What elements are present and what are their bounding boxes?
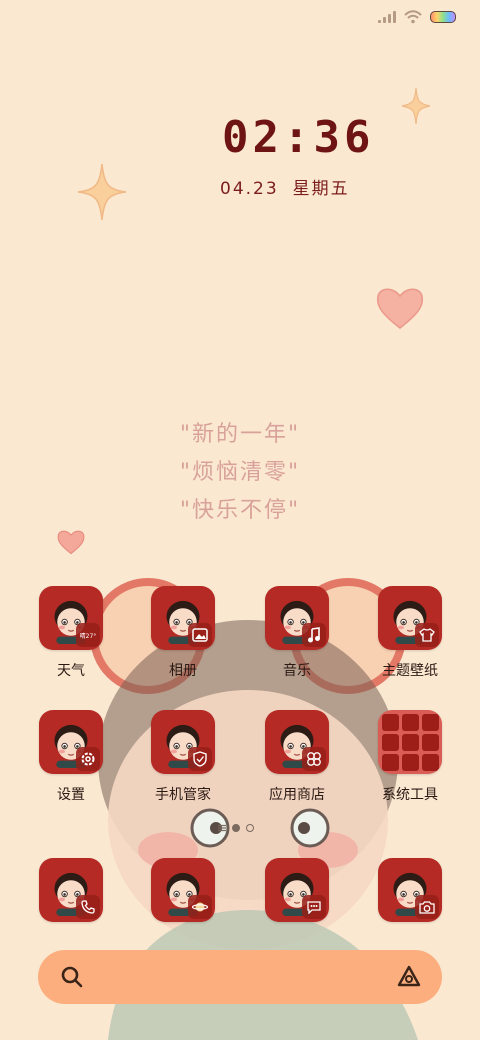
battery-icon — [430, 11, 456, 23]
app-themes[interactable]: 主题壁纸 — [355, 586, 465, 680]
weather-app-icon[interactable]: 晴27° — [39, 586, 103, 650]
sparkle-decoration — [77, 163, 127, 221]
app-label: 相册 — [169, 663, 197, 679]
heart-decoration — [57, 530, 85, 555]
music-app-icon[interactable] — [265, 586, 329, 650]
camera-icon — [415, 895, 439, 919]
page-indicator[interactable] — [218, 824, 254, 832]
shield-icon — [188, 747, 212, 771]
themes-app-icon[interactable] — [378, 586, 442, 650]
search-bar[interactable] — [38, 950, 442, 1004]
app-folder-system-tools[interactable]: 系统工具 — [355, 710, 465, 804]
quote-line: "新的一年" — [179, 422, 301, 447]
weather-badge-text: 晴27° — [79, 632, 97, 640]
app-label: 设置 — [57, 787, 85, 803]
chat-icon — [302, 895, 326, 919]
app-music[interactable]: 音乐 — [242, 586, 352, 680]
messages-app-icon[interactable] — [265, 858, 329, 922]
search-icon[interactable] — [60, 965, 84, 989]
app-label: 系统工具 — [382, 787, 438, 803]
wifi-icon — [404, 10, 422, 24]
dock-camera[interactable] — [355, 858, 465, 922]
gallery-icon — [188, 623, 212, 647]
folder-icon[interactable] — [378, 710, 442, 774]
dock-messages[interactable] — [242, 858, 352, 922]
security-app-icon[interactable] — [151, 710, 215, 774]
weather-icon: 晴27° — [76, 623, 100, 647]
store-app-icon[interactable] — [265, 710, 329, 774]
music-icon — [302, 623, 326, 647]
dock-phone[interactable] — [16, 858, 126, 922]
page-dot[interactable] — [232, 824, 240, 832]
app-security[interactable]: 手机管家 — [128, 710, 238, 804]
app-label: 天气 — [57, 663, 85, 679]
app-label: 应用商店 — [269, 787, 325, 803]
signal-icon — [378, 11, 396, 23]
status-bar — [0, 0, 480, 36]
menu-lines-icon — [218, 824, 226, 832]
dock-browser[interactable] — [128, 858, 238, 922]
quote-line: "快乐不停" — [179, 498, 301, 523]
clover-icon — [302, 747, 326, 771]
app-weather[interactable]: 晴27° 天气 — [16, 586, 126, 680]
tshirt-icon — [415, 623, 439, 647]
date-text: 04.23 — [220, 179, 279, 199]
app-label: 音乐 — [283, 663, 311, 679]
planet-icon — [188, 895, 212, 919]
gallery-app-icon[interactable] — [151, 586, 215, 650]
gear-icon — [76, 747, 100, 771]
browser-app-icon[interactable] — [151, 858, 215, 922]
page-dot[interactable] — [246, 824, 254, 832]
clock-date[interactable]: 04.23 星期五 — [220, 174, 350, 199]
phone-icon — [76, 895, 100, 919]
camera-app-icon[interactable] — [378, 858, 442, 922]
app-label: 手机管家 — [155, 787, 211, 803]
app-settings[interactable]: 设置 — [16, 710, 126, 804]
clock-time[interactable]: 02:36 — [222, 112, 374, 163]
app-label: 主题壁纸 — [382, 663, 438, 679]
heart-decoration — [376, 288, 424, 329]
app-gallery[interactable]: 相册 — [128, 586, 238, 680]
assistant-icon[interactable] — [396, 964, 422, 990]
sparkle-decoration — [401, 87, 431, 125]
settings-app-icon[interactable] — [39, 710, 103, 774]
weekday-text: 星期五 — [292, 179, 350, 199]
app-store[interactable]: 应用商店 — [242, 710, 352, 804]
phone-app-icon[interactable] — [39, 858, 103, 922]
quote-line: "烦恼清零" — [179, 460, 301, 485]
